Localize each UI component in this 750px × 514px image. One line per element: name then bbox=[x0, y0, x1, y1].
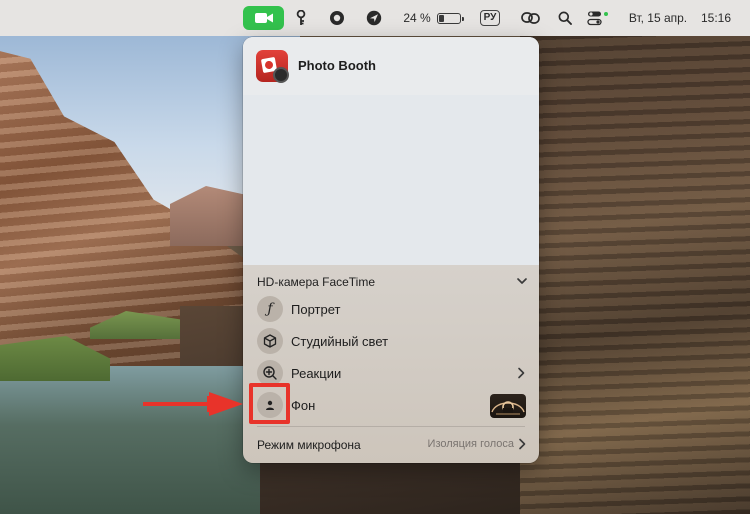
divider bbox=[257, 426, 525, 427]
background-thumbnail[interactable] bbox=[490, 394, 526, 418]
effect-row-portrait[interactable]: ƒ Портрет bbox=[243, 293, 539, 325]
portrait-f-icon: ƒ bbox=[257, 296, 283, 322]
cube-icon bbox=[257, 328, 283, 354]
mic-mode-label: Режим микрофона bbox=[257, 438, 361, 452]
effect-label: Портрет bbox=[291, 302, 341, 317]
battery-icon[interactable] bbox=[436, 0, 464, 36]
location-arrow-icon[interactable] bbox=[364, 0, 384, 36]
control-center-icon[interactable] bbox=[585, 0, 611, 36]
spotlight-search-icon[interactable] bbox=[555, 0, 575, 36]
annotation-arrow-icon bbox=[143, 392, 243, 416]
mic-mode-value: Изоляция голоса bbox=[427, 438, 514, 450]
canyon-right-strata bbox=[520, 36, 750, 514]
effect-label: Студийный свет bbox=[291, 334, 389, 349]
menu-bar: 24 % РУ Вт, 15 апр. 15:16 bbox=[0, 0, 750, 36]
effect-label: Фон bbox=[291, 398, 316, 413]
camera-in-use-indicator[interactable] bbox=[243, 6, 284, 30]
app-name: Photo Booth bbox=[298, 58, 376, 73]
camera-section-title[interactable]: HD-камера FaceTime bbox=[257, 275, 375, 289]
key-icon[interactable] bbox=[292, 0, 310, 36]
effect-label: Реакции bbox=[291, 366, 342, 381]
video-camera-icon bbox=[254, 13, 273, 23]
effect-row-studio-light[interactable]: Студийный свет bbox=[243, 325, 539, 357]
annotation-highlight-box bbox=[249, 383, 290, 424]
input-source-label: РУ bbox=[479, 10, 501, 26]
menubar-date[interactable]: Вт, 15 апр. bbox=[620, 0, 696, 36]
battery-percent: 24 % bbox=[403, 11, 431, 25]
photo-booth-icon bbox=[256, 50, 289, 83]
app-row-photo-booth[interactable]: Photo Booth bbox=[243, 37, 539, 95]
chevron-right-icon bbox=[518, 367, 525, 379]
chevron-right-icon bbox=[519, 438, 526, 450]
input-source-menu[interactable]: РУ bbox=[478, 0, 502, 36]
mic-mode-row[interactable]: Режим микрофона Изоляция голоса bbox=[243, 431, 539, 459]
screen-mirroring-icon[interactable] bbox=[520, 0, 542, 36]
screen-recording-icon[interactable] bbox=[327, 0, 347, 36]
menubar-time[interactable]: 15:16 bbox=[698, 0, 734, 36]
chevron-down-icon[interactable] bbox=[515, 274, 529, 288]
